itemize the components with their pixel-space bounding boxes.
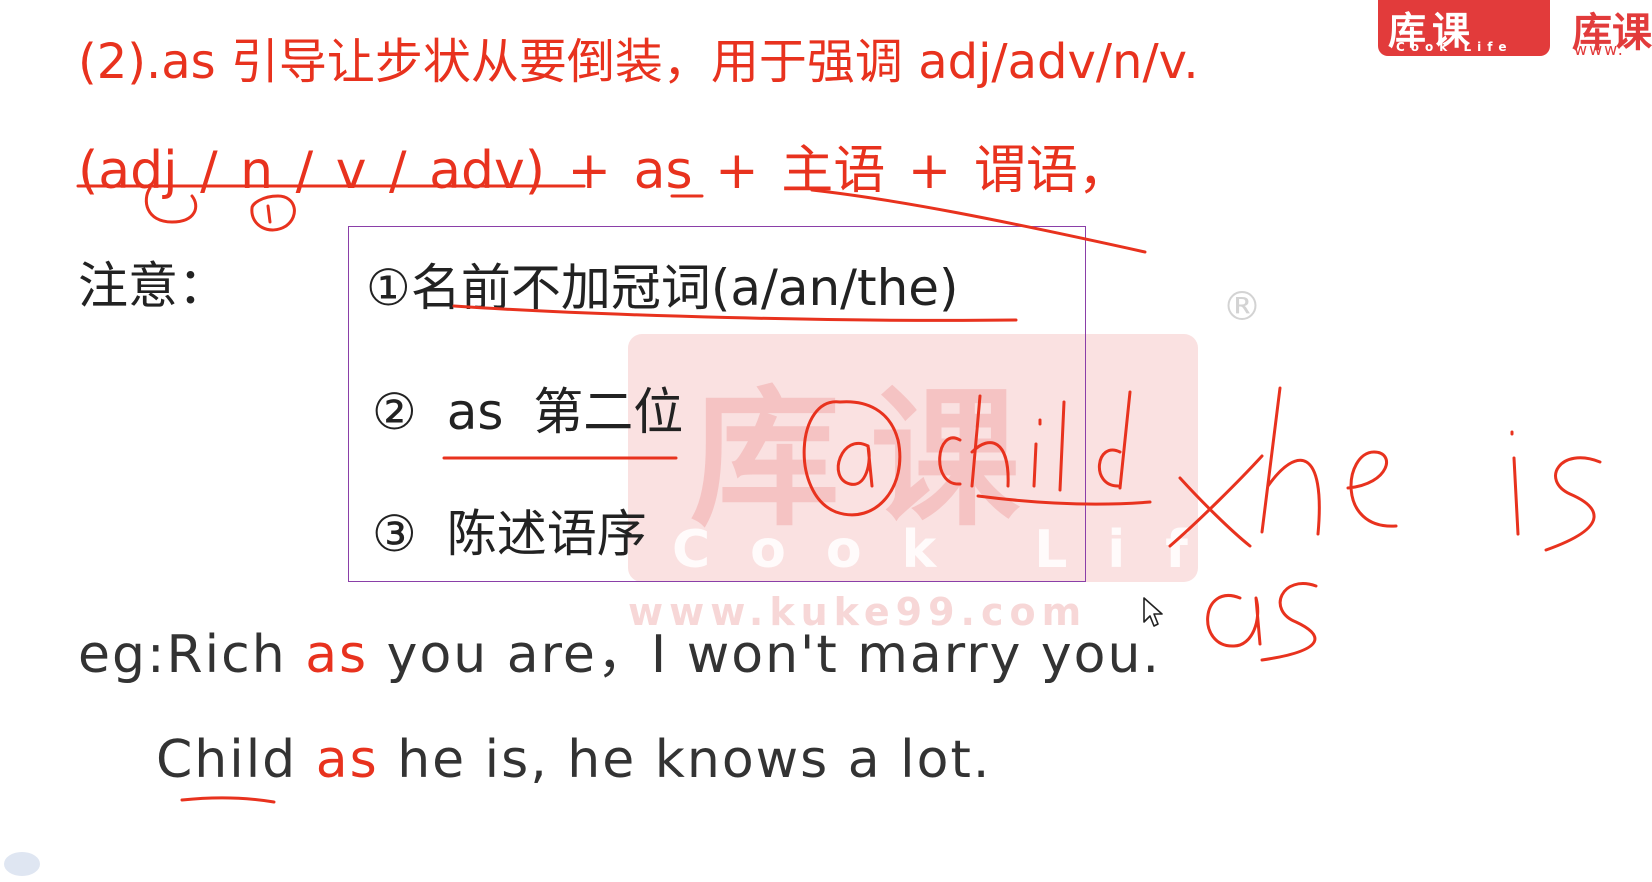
handwritten-is bbox=[1510, 430, 1602, 552]
mark-under-adj bbox=[144, 186, 198, 224]
mark-under-n bbox=[250, 194, 296, 232]
handwritten-he bbox=[1260, 386, 1398, 536]
handwritten-child bbox=[938, 390, 1132, 492]
underline-subject-predicate bbox=[810, 188, 1147, 254]
mouse-pointer-icon bbox=[1143, 597, 1163, 627]
handwritten-annotations bbox=[76, 184, 1602, 804]
underline-child bbox=[976, 494, 1152, 506]
handwritten-as bbox=[1206, 582, 1318, 662]
handwritten-a bbox=[836, 442, 874, 488]
corner-indicator bbox=[4, 852, 40, 876]
cross-out-mark bbox=[1168, 454, 1264, 548]
underline-note-item-1 bbox=[452, 304, 1018, 322]
underline-example-child bbox=[180, 796, 276, 804]
circled-a bbox=[802, 400, 902, 517]
